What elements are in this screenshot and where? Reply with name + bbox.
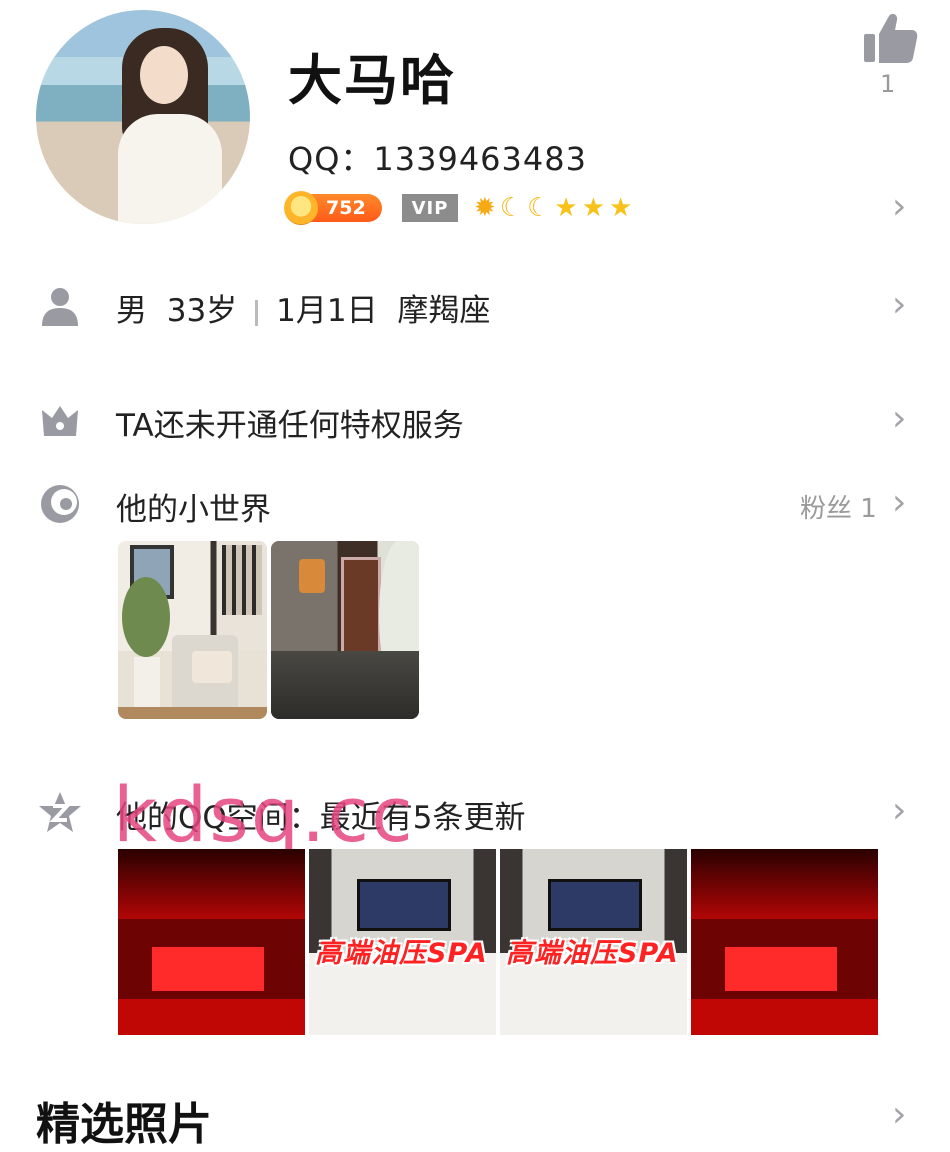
cushion [192, 651, 232, 683]
featured-photos-title: 精选照片 [36, 1099, 212, 1150]
screen-panel [222, 545, 262, 615]
age: 33岁 [166, 293, 238, 329]
doorway [341, 557, 381, 657]
star-icon: ★ [609, 193, 633, 223]
spa-label: 高端油压SPA [506, 938, 679, 969]
coin-count: 752 [326, 197, 366, 219]
small-world-title[interactable]: 他的小世界 [116, 484, 271, 529]
basic-info[interactable]: 男 33岁 1月1日 摩羯座 [116, 285, 490, 330]
qzone-photo[interactable]: 高端油压SPA [309, 849, 496, 1035]
zodiac: 摩羯座 [397, 293, 491, 329]
crown-icon [38, 398, 82, 446]
chevron-right-icon[interactable]: › [892, 790, 906, 831]
person-icon [38, 284, 82, 332]
small-world-icon [38, 482, 82, 530]
spa-label: 高端油压SPA [315, 938, 488, 969]
qzone-photo[interactable]: 高端油压SPA [500, 849, 687, 1035]
qq-number: QQ：1339463483 [288, 140, 587, 178]
star-icon: ★ [554, 193, 578, 223]
floor [691, 999, 878, 1035]
chevron-right-icon[interactable]: › [892, 284, 906, 325]
watermark-text: kdsq.cc [113, 770, 415, 859]
sun-icon: ✹ [474, 193, 496, 223]
red-ceiling [118, 849, 305, 919]
world-photo[interactable] [118, 541, 267, 719]
massage-bed [152, 947, 264, 991]
qq-level[interactable]: ✹ ☾ ☾ ★ ★ ★ [474, 193, 632, 223]
badge-row: 752 VIP ✹ ☾ ☾ ★ ★ ★ [284, 190, 632, 226]
floor [118, 999, 305, 1035]
avatar-dress [118, 114, 222, 224]
world-photo[interactable] [271, 541, 419, 719]
chevron-right-icon[interactable]: › [892, 482, 906, 523]
chevron-right-icon[interactable]: › [892, 1094, 906, 1135]
like-count: 1 [880, 70, 896, 98]
gender: 男 [116, 293, 147, 329]
avatar-face [140, 46, 188, 104]
info-divider [255, 299, 259, 326]
wall-lamp [299, 559, 325, 593]
vip-badge[interactable]: VIP [402, 194, 458, 222]
wall-painting [548, 879, 642, 931]
nickname: 大马哈 [288, 49, 456, 112]
fans-count[interactable]: 粉丝 1 [800, 488, 877, 525]
qzone-star-icon [38, 790, 82, 838]
qzone-photo[interactable] [691, 849, 878, 1035]
coin-icon [284, 191, 318, 225]
plant [122, 577, 170, 657]
qzone-photo[interactable] [118, 849, 305, 1035]
massage-bed [725, 947, 837, 991]
moon-icon: ☾ [527, 193, 551, 223]
moon-icon: ☾ [499, 193, 524, 223]
chevron-right-icon[interactable]: › [892, 398, 906, 439]
wall-painting [357, 879, 451, 931]
floor [271, 651, 419, 719]
thumbs-up-icon[interactable] [862, 12, 918, 64]
coin-badge[interactable]: 752 [284, 191, 382, 225]
floor [118, 707, 267, 719]
star-icon: ★ [581, 193, 606, 223]
birthday: 1月1日 [276, 293, 378, 329]
red-ceiling [691, 849, 878, 919]
avatar[interactable] [36, 10, 250, 224]
chevron-right-icon[interactable]: › [892, 186, 906, 227]
privilege-text[interactable]: TA还未开通任何特权服务 [116, 400, 464, 445]
